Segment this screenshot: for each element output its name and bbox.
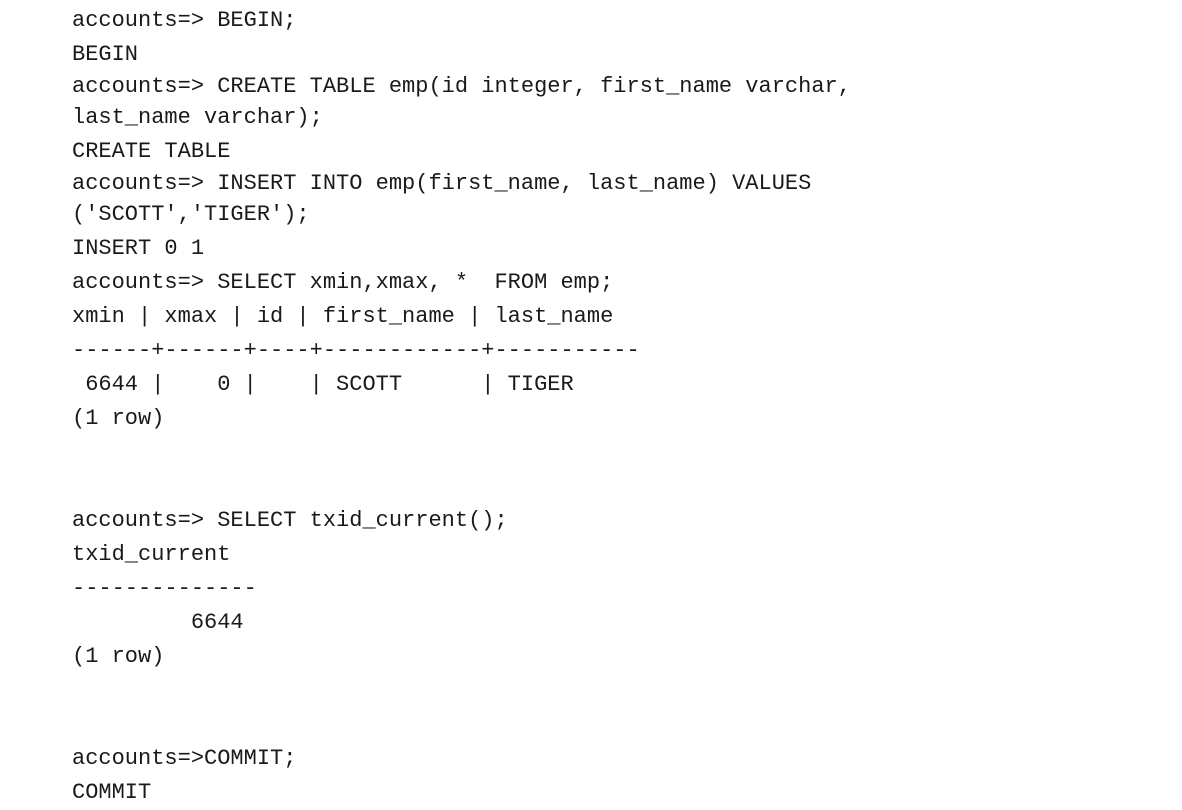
output-begin: BEGIN [72,42,139,67]
result-count-txid: (1 row) [72,644,165,669]
output-insert: INSERT 0 1 [72,236,205,261]
prompt-line-commit: accounts=>COMMIT; [72,746,297,771]
result-row-emp: 6644 | 0 | | SCOTT | TIGER [72,372,574,397]
prompt-line-select-emp: accounts=> SELECT xmin,xmax, * FROM emp; [72,270,614,295]
result-row-txid: 6644 [72,610,244,635]
prompt-line-create-table: accounts=> CREATE TABLE emp(id integer, … [72,74,851,99]
prompt-line-txid: accounts=> SELECT txid_current(); [72,508,508,533]
prompt-line-insert-cont: ('SCOTT','TIGER'); [72,202,310,227]
result-count-emp: (1 row) [72,406,165,431]
prompt-line-create-table-cont: last_name varchar); [72,105,323,130]
result-separator-txid: -------------- [72,576,257,601]
result-header-txid: txid_current [72,542,231,567]
result-separator-emp: ------+------+----+------------+--------… [72,338,640,363]
terminal-output: accounts=> BEGIN; BEGIN accounts=> CREAT… [72,4,1162,810]
prompt-line-begin: accounts=> BEGIN; [72,8,297,33]
prompt-line-insert: accounts=> INSERT INTO emp(first_name, l… [72,171,812,196]
output-commit: COMMIT [72,780,152,805]
result-header-emp: xmin | xmax | id | first_name | last_nam… [72,304,614,329]
output-create-table: CREATE TABLE [72,139,231,164]
